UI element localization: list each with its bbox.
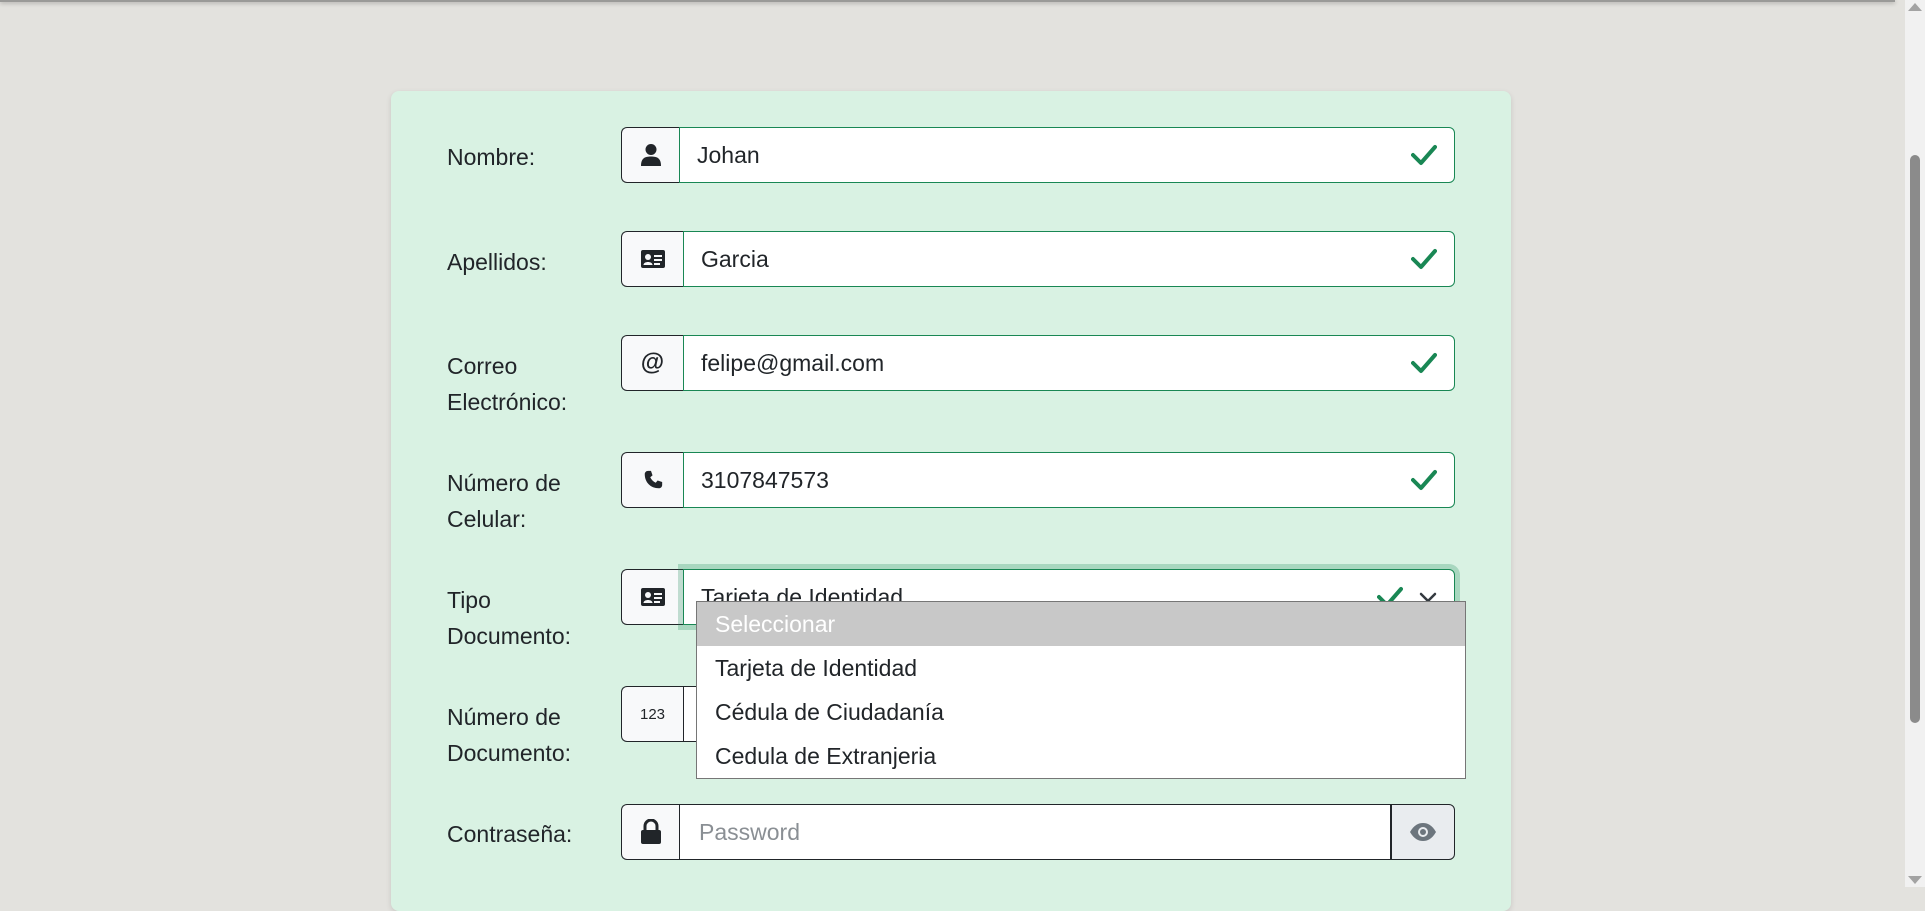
phone-icon	[621, 452, 683, 508]
nombre-group: Johan	[621, 127, 1455, 183]
contrasena-group	[621, 804, 1455, 860]
id-card-icon	[621, 231, 683, 287]
tipo-documento-label: Tipo Documento:	[447, 582, 607, 654]
user-icon	[621, 127, 679, 183]
tipo-documento-label-line1: Tipo	[447, 587, 491, 613]
celular-input[interactable]: 3107847573	[683, 452, 1455, 508]
vertical-scrollbar[interactable]	[1905, 0, 1925, 887]
apellidos-value: Garcia	[701, 245, 769, 272]
at-icon: @	[621, 335, 683, 391]
apellidos-label: Apellidos:	[447, 249, 547, 275]
nombre-input[interactable]: Johan	[679, 127, 1455, 183]
nombre-label: Nombre:	[447, 144, 536, 170]
celular-label: Número de Celular:	[447, 465, 607, 537]
numero-documento-label-line1: Número de	[447, 704, 561, 730]
dropdown-option-cedula-ciudadania[interactable]: Cédula de Ciudadanía	[697, 690, 1465, 734]
check-icon	[1411, 353, 1437, 373]
correo-label: Correo Electrónico:	[447, 348, 607, 420]
scroll-up-arrow-icon[interactable]	[1908, 3, 1922, 11]
scroll-down-arrow-icon[interactable]	[1908, 876, 1922, 884]
check-icon	[1411, 470, 1437, 490]
celular-label-line1: Número de	[447, 470, 561, 496]
correo-value: felipe@gmail.com	[701, 349, 885, 376]
top-bar-shadow	[0, 0, 1895, 2]
document-type-dropdown: Seleccionar Tarjeta de Identidad Cédula …	[696, 601, 1466, 779]
celular-group: 3107847573	[621, 452, 1455, 508]
correo-input[interactable]: felipe@gmail.com	[683, 335, 1455, 391]
correo-label-line2: Electrónico:	[447, 389, 568, 415]
tipo-documento-label-line2: Documento:	[447, 623, 572, 649]
toggle-password-button[interactable]	[1391, 804, 1455, 860]
dropdown-option-seleccionar[interactable]: Seleccionar	[697, 602, 1465, 646]
apellidos-group: Garcia	[621, 231, 1455, 287]
correo-label-line1: Correo	[447, 353, 518, 379]
lock-icon	[621, 804, 679, 860]
numero-documento-label: Número de Documento:	[447, 699, 607, 771]
dropdown-option-tarjeta[interactable]: Tarjeta de Identidad	[697, 646, 1465, 690]
apellidos-input[interactable]: Garcia	[683, 231, 1455, 287]
eye-icon	[1410, 823, 1436, 841]
celular-label-line2: Celular:	[447, 506, 527, 532]
contrasena-label: Contraseña:	[447, 821, 573, 847]
nombre-value: Johan	[697, 141, 760, 168]
numbers-icon-text: 123	[639, 705, 666, 723]
id-card-icon	[621, 569, 683, 625]
password-field[interactable]	[697, 817, 1373, 847]
scroll-thumb[interactable]	[1910, 155, 1920, 723]
password-input[interactable]	[679, 804, 1391, 860]
dropdown-option-cedula-extranjeria[interactable]: Cedula de Extranjeria	[697, 734, 1465, 778]
correo-group: @ felipe@gmail.com	[621, 335, 1455, 391]
celular-value: 3107847573	[701, 466, 829, 493]
check-icon	[1411, 249, 1437, 269]
numbers-icon: 123	[621, 686, 683, 742]
check-icon	[1411, 145, 1437, 165]
numero-documento-label-line2: Documento:	[447, 740, 572, 766]
